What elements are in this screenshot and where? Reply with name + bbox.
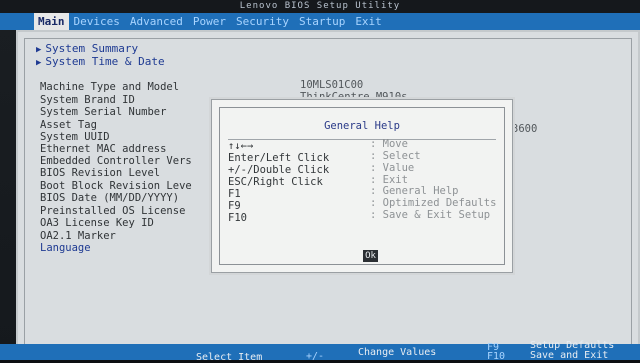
menu-startup[interactable]: Startup xyxy=(294,13,350,30)
bios-screen: Lenovo BIOS Setup Utility Main Devices A… xyxy=(0,0,640,363)
label-ec-version: Embedded Controller Vers xyxy=(40,155,192,167)
general-help-dialog: General Help ↑↓←→ : Move Enter/Left Clic… xyxy=(211,99,513,273)
dialog-title: General Help xyxy=(324,120,400,132)
value-machine-type: 10MLS01C00 xyxy=(300,79,364,91)
label-system-serial: System Serial Number xyxy=(40,106,167,118)
triangle-right-icon: ▶ xyxy=(36,58,42,68)
ok-button[interactable]: Ok xyxy=(363,250,378,262)
help-key-f1: F1 xyxy=(228,188,241,200)
dialog-frame: General Help ↑↓←→ : Move Enter/Left Clic… xyxy=(219,107,505,265)
label-ethernet-mac: Ethernet MAC address xyxy=(40,143,167,155)
value-system-uuid: 3600 xyxy=(512,123,538,135)
hint-change-values: Change Values xyxy=(358,347,437,358)
help-key-esc: ESC/Right Click xyxy=(228,176,323,188)
label-asset-tag: Asset Tag xyxy=(40,119,97,131)
language-item[interactable]: Language xyxy=(40,242,91,254)
help-action-save-exit: : Save & Exit Setup xyxy=(370,209,491,221)
hint-save-and-exit: Save and Exit xyxy=(530,350,609,361)
title-bar: Lenovo BIOS Setup Utility xyxy=(0,0,640,13)
label-machine-type: Machine Type and Model xyxy=(40,81,180,93)
hint-select-item: Select Item xyxy=(196,352,263,363)
help-action-move: : Move xyxy=(370,138,408,150)
help-action-general-help: : General Help xyxy=(370,185,459,197)
triangle-right-icon: ▶ xyxy=(36,45,42,55)
help-key-f9: F9 xyxy=(228,200,241,212)
help-action-value: : Value xyxy=(370,162,415,174)
nav-system-time-date-label: System Time & Date xyxy=(45,55,165,68)
nav-system-summary-label: System Summary xyxy=(45,42,139,55)
hint-setup-defaults: Setup Defaults xyxy=(530,340,615,351)
label-oa3-key: OA3 License Key ID xyxy=(40,217,154,229)
nav-system-time-date[interactable]: ▶ System Time & Date xyxy=(36,56,165,69)
label-bios-revision: BIOS Revision Level xyxy=(40,167,161,179)
menu-power[interactable]: Power xyxy=(188,13,231,30)
help-action-optimized-defaults: : Optimized Defaults xyxy=(370,197,497,209)
label-bios-date: BIOS Date (MM/DD/YYYY) xyxy=(40,192,180,204)
menu-devices[interactable]: Devices xyxy=(69,13,125,30)
menu-exit[interactable]: Exit xyxy=(350,13,387,30)
label-boot-block-revision: Boot Block Revision Leve xyxy=(40,180,192,192)
label-system-uuid: System UUID xyxy=(40,131,110,143)
menu-security[interactable]: Security xyxy=(231,13,294,30)
menu-main[interactable]: Main xyxy=(34,13,69,30)
menu-bar: Main Devices Advanced Power Security Sta… xyxy=(0,13,640,30)
help-key-f10: F10 xyxy=(228,212,247,224)
label-oa21-marker: OA2.1 Marker xyxy=(40,230,116,242)
help-action-select: : Select xyxy=(370,150,421,162)
dialog-divider xyxy=(228,139,496,140)
label-system-brand-id: System Brand ID xyxy=(40,94,135,106)
help-key-plus-minus: +/-/Double Click xyxy=(228,164,330,176)
help-key-arrows: ↑↓←→ xyxy=(228,140,254,152)
help-key-enter: Enter/Left Click xyxy=(228,152,330,164)
bottom-bar: Select Item +/- Change Values F9 Setup D… xyxy=(0,340,640,363)
label-preinstalled-os: Preinstalled OS License xyxy=(40,205,186,217)
menu-advanced[interactable]: Advanced xyxy=(125,13,188,30)
